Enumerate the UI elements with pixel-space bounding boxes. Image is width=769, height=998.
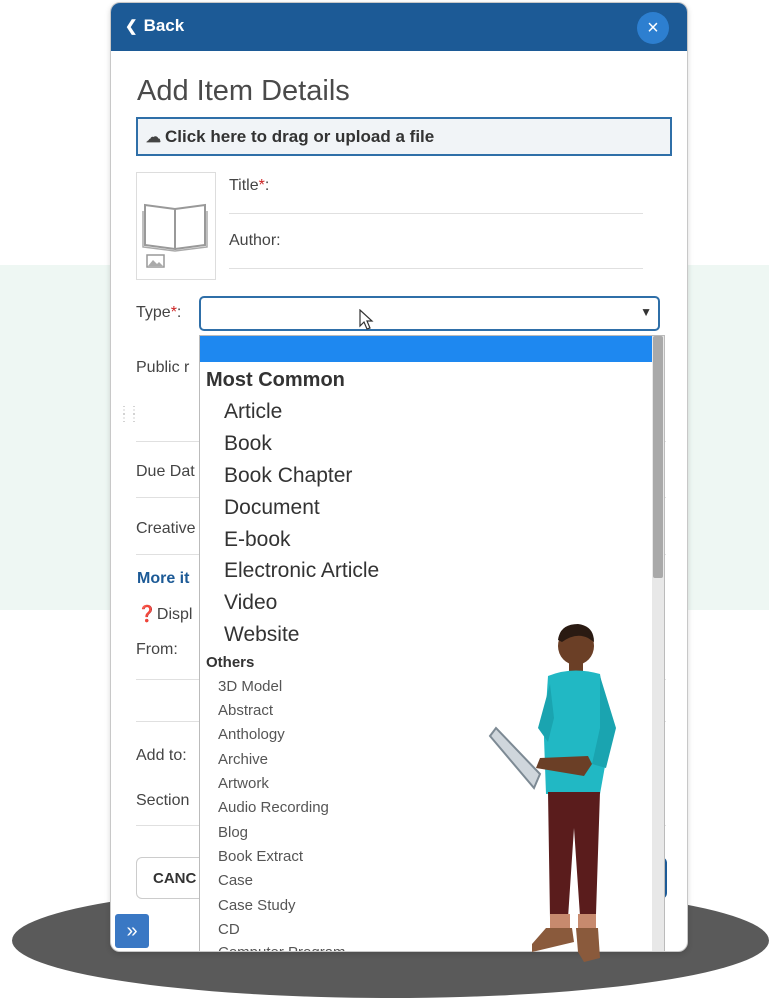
dropdown-option-blog[interactable]: Blog [218,824,248,841]
question-circle-icon: ❓ [137,606,157,623]
dropdown-option-document[interactable]: Document [224,496,320,520]
type-label: Type*: [136,304,181,322]
dropdown-option-computer-program[interactable]: Computer Program [218,944,346,951]
display-label: Displ [156,606,193,623]
dropdown-option-book-chapter[interactable]: Book Chapter [224,464,352,488]
dropdown-option-anthology[interactable]: Anthology [218,726,285,743]
creative-label: Creative [136,520,196,537]
close-button[interactable]: × [637,12,669,44]
dropdown-option-case-study[interactable]: Case Study [218,897,296,914]
dropdown-option-artwork[interactable]: Artwork [218,775,269,792]
dropdown-option-book[interactable]: Book [224,432,272,456]
page-title: Add Item Details [137,75,350,107]
dropdown-option-website[interactable]: Website [224,623,299,647]
dropdown-option-abstract[interactable]: Abstract [218,702,273,719]
dropdown-option-e-book[interactable]: E-book [224,528,291,552]
panel-header: ❮ Back × [111,3,687,51]
dropdown-group-most-common: Most Common [206,369,345,391]
dropdown-option-electronic-article[interactable]: Electronic Article [224,559,379,583]
cloud-upload-icon: ☁ [146,129,161,146]
more-items-link[interactable]: More it [137,570,189,588]
dropdown-option-case[interactable]: Case [218,872,253,889]
mouse-cursor-icon [359,309,374,330]
due-date-label: Due Dat [136,463,195,480]
title-label-suffix: : [264,177,270,194]
dropdown-group-others: Others [206,654,255,671]
upload-label: Click here to drag or upload a file [165,127,435,146]
chevron-left-icon: ❮ [125,18,138,35]
person-with-tablet-illustration [488,624,616,962]
title-label: Title*: [229,177,269,195]
public-note-label: Public r [136,359,190,376]
item-thumbnail[interactable] [136,172,216,280]
expand-sidebar-button[interactable]: » [115,914,149,948]
dropdown-option-empty[interactable] [200,336,652,362]
title-field-line[interactable] [229,213,643,214]
dropdown-scrollbar-thumb[interactable] [653,336,663,578]
drag-handle-icon[interactable]: ⋮⋮ ⋮⋮ [119,406,139,424]
dropdown-option-audio-recording[interactable]: Audio Recording [218,799,329,816]
author-label: Author: [229,232,281,249]
display-help[interactable]: ❓Displ [137,604,192,624]
dropdown-scrollbar[interactable] [652,336,664,951]
back-label: Back [143,16,185,35]
section-label: Section [136,792,190,809]
dropdown-option-archive[interactable]: Archive [218,751,268,768]
from-label: From: [136,641,178,658]
dropdown-option-cd[interactable]: CD [218,921,240,938]
author-field-line[interactable] [229,268,643,269]
type-label-text: Type [136,304,171,321]
caret-down-icon: ▼ [640,305,652,319]
dropdown-option-3d-model[interactable]: 3D Model [218,678,282,695]
book-icon [142,203,208,268]
type-select[interactable]: ▼ [199,296,660,331]
dropdown-option-book-extract[interactable]: Book Extract [218,848,303,865]
type-label-suffix: : [176,304,182,321]
add-to-label: Add to: [136,747,187,764]
dropdown-option-article[interactable]: Article [224,400,282,424]
back-button[interactable]: ❮ Back [125,16,184,36]
upload-file-button[interactable]: ☁ Click here to drag or upload a file [136,117,672,156]
title-label-text: Title [229,177,259,194]
dropdown-option-video[interactable]: Video [224,591,277,615]
